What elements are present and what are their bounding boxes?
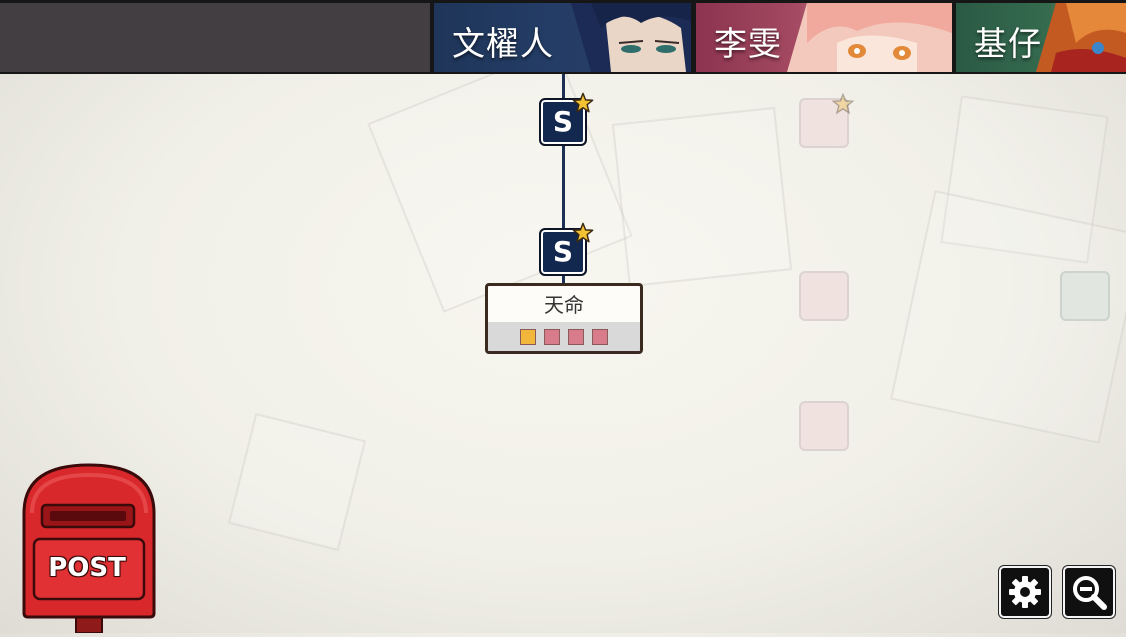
destiny-box[interactable]: 天命 bbox=[485, 283, 643, 354]
gear-icon bbox=[1009, 576, 1041, 608]
character-tab-1[interactable]: 文櫂人 bbox=[434, 3, 691, 72]
zoom-out-icon bbox=[1073, 576, 1107, 610]
destiny-marker bbox=[592, 328, 608, 345]
character-portrait-2 bbox=[787, 3, 952, 72]
destiny-marker bbox=[520, 328, 536, 345]
character-tab-2[interactable]: 李雯 bbox=[696, 3, 952, 72]
character-bar: 文櫂人 李雯 基仔 bbox=[0, 0, 1126, 74]
bg-square bbox=[227, 412, 367, 552]
faded-star-icon bbox=[832, 93, 854, 115]
locked-node bbox=[799, 401, 849, 451]
character-bar-blank bbox=[0, 3, 430, 72]
locked-node bbox=[799, 271, 849, 321]
character-tab-3[interactable]: 基仔 bbox=[956, 3, 1126, 72]
star-icon bbox=[572, 92, 594, 113]
destiny-title: 天命 bbox=[544, 293, 584, 317]
locked-node bbox=[1060, 271, 1110, 321]
star-icon bbox=[572, 222, 594, 243]
post-box-button[interactable]: POST bbox=[20, 463, 158, 634]
mailbox-icon bbox=[22, 463, 156, 634]
character-portrait-1 bbox=[571, 3, 691, 72]
character-name-2: 李雯 bbox=[714, 24, 782, 63]
character-name-1: 文櫂人 bbox=[452, 24, 554, 63]
bg-square bbox=[611, 106, 793, 288]
settings-button[interactable] bbox=[999, 566, 1051, 618]
character-name-3: 基仔 bbox=[974, 24, 1042, 63]
destiny-marker bbox=[568, 328, 584, 345]
bg-square bbox=[367, 47, 633, 313]
destiny-marker bbox=[544, 328, 560, 345]
zoom-out-button[interactable] bbox=[1063, 566, 1115, 618]
destiny-markers bbox=[488, 322, 640, 351]
post-label: POST bbox=[48, 553, 126, 583]
character-portrait-3 bbox=[1036, 3, 1126, 72]
